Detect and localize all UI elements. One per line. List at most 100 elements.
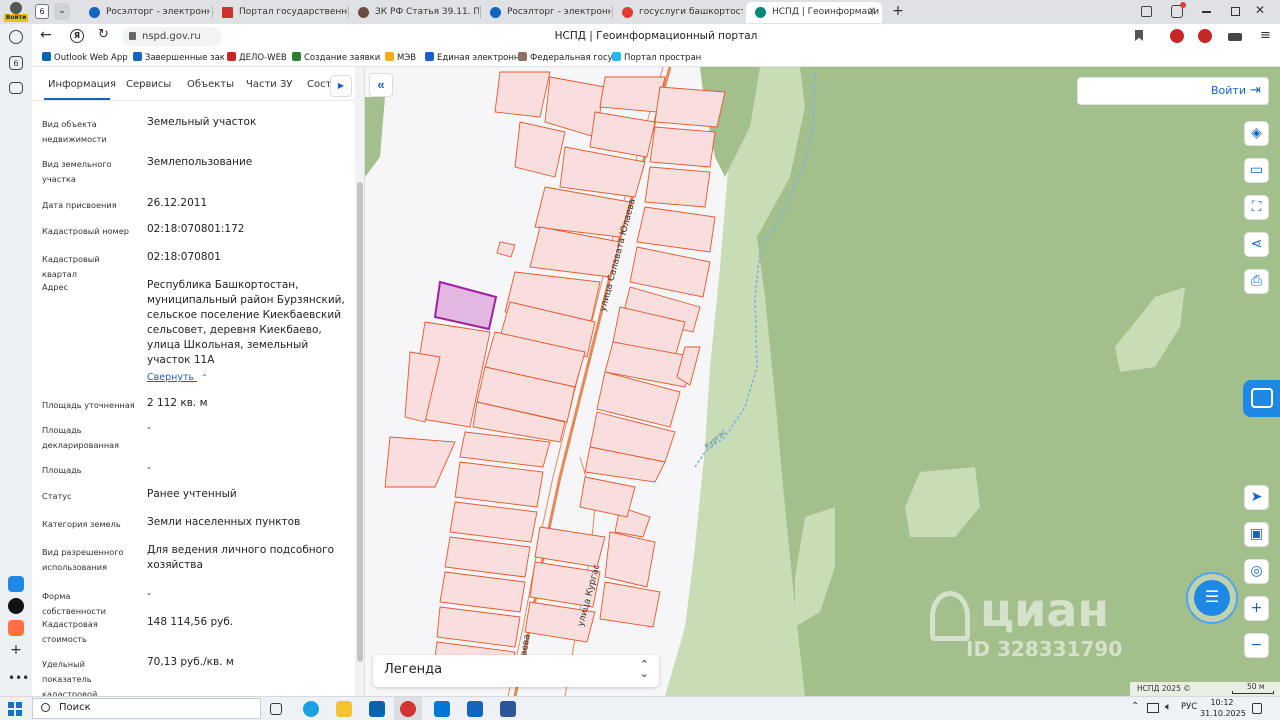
- bookmark-gmail[interactable]: Создание заявки: [292, 51, 380, 66]
- login-bar[interactable]: Войти ⇥: [1077, 77, 1269, 105]
- browser-tab-3[interactable]: ЗК РФ Статья 39.11. Подго: [349, 2, 479, 23]
- collections-icon[interactable]: [1141, 6, 1152, 17]
- browser-tab-5[interactable]: госуслуги башкортостан: [613, 2, 743, 23]
- media-app-icon[interactable]: [8, 620, 24, 636]
- parcel[interactable]: [649, 126, 716, 168]
- tab-parts[interactable]: Части ЗУ: [246, 79, 293, 90]
- minimize-icon[interactable]: [1202, 11, 1211, 13]
- parcel[interactable]: [599, 76, 666, 113]
- share-button[interactable]: ⋖: [1244, 232, 1269, 257]
- parcel[interactable]: [496, 241, 516, 258]
- parcel[interactable]: [439, 571, 526, 613]
- close-window-icon[interactable]: ✕: [1255, 3, 1265, 17]
- tray-chevron-icon[interactable]: ⌃: [1131, 701, 1139, 712]
- parcel[interactable]: [604, 531, 656, 588]
- parcel[interactable]: [494, 71, 551, 118]
- parcel[interactable]: [644, 166, 711, 208]
- screenshot-icon[interactable]: [9, 82, 23, 94]
- map-view[interactable]: улица Салавата Юлаева улица Кургас Курга…: [365, 67, 1280, 696]
- parcel[interactable]: [599, 581, 661, 628]
- tab-objects[interactable]: Объекты: [187, 79, 234, 90]
- select-area-button[interactable]: ⛶: [1244, 195, 1269, 220]
- bookmark-federal[interactable]: Федеральная госу: [518, 51, 613, 66]
- bookmark-mev[interactable]: МЭВ: [385, 51, 416, 66]
- tab-services[interactable]: Сервисы: [126, 79, 171, 90]
- more-icon[interactable]: •••: [8, 670, 29, 686]
- bookmark-portal[interactable]: Портал простран: [612, 51, 701, 66]
- menu-icon[interactable]: ≡: [1260, 28, 1271, 43]
- chat-button[interactable]: ☰: [1186, 572, 1238, 624]
- scrollbar-thumb[interactable]: [357, 182, 363, 662]
- download-icon[interactable]: [1228, 33, 1242, 41]
- parcel[interactable]: [444, 536, 531, 578]
- bookmark-delo[interactable]: ДЕЛО-WEB: [227, 51, 287, 66]
- parcel[interactable]: [514, 121, 566, 178]
- task-view-icon[interactable]: [270, 703, 282, 715]
- extension-icon-2[interactable]: [1198, 29, 1212, 43]
- taskbar-search[interactable]: Поиск: [32, 698, 261, 719]
- restore-icon[interactable]: [1231, 7, 1240, 16]
- zoom-in-button[interactable]: +: [1244, 596, 1269, 621]
- tab-information[interactable]: Информация: [48, 79, 116, 90]
- parcel[interactable]: [636, 206, 716, 253]
- new-tab-button[interactable]: +: [890, 2, 906, 20]
- layers-button[interactable]: ◈: [1244, 121, 1269, 146]
- parcel[interactable]: [629, 246, 711, 298]
- notification-center-icon[interactable]: [1252, 703, 1262, 714]
- history-icon[interactable]: [9, 30, 23, 44]
- tab-counter[interactable]: 6: [35, 4, 49, 19]
- browser-tab-1[interactable]: Росэлторг - электронная: [80, 2, 210, 23]
- bookmark-unified[interactable]: Единая электронн: [425, 51, 519, 66]
- tabs-dropdown-button[interactable]: ⌄: [54, 3, 70, 20]
- legend-panel[interactable]: Легенда ⌃ ⌄: [373, 655, 659, 687]
- parcel[interactable]: [449, 501, 538, 543]
- tabs-scroll-right-button[interactable]: ▶: [330, 75, 352, 97]
- bookmark-completed[interactable]: Завершенные зак: [133, 51, 225, 66]
- start-button[interactable]: [8, 702, 22, 716]
- expand-collapse-icon[interactable]: ⌃ ⌄: [640, 659, 649, 679]
- tabs-count-icon[interactable]: 6: [9, 56, 23, 70]
- parcel[interactable]: [676, 346, 701, 386]
- selected-parcel[interactable]: [433, 280, 498, 331]
- clock[interactable]: 10:12 31.10.2025: [1200, 697, 1246, 719]
- minimap-button[interactable]: ▣: [1244, 522, 1269, 547]
- add-app-icon[interactable]: +: [8, 642, 24, 658]
- word-icon[interactable]: [500, 701, 516, 717]
- network-icon[interactable]: [1147, 703, 1159, 713]
- locate-button[interactable]: ◎: [1244, 559, 1269, 584]
- extension-icon-1[interactable]: [1170, 29, 1184, 43]
- app-icon[interactable]: [467, 701, 483, 717]
- lync-icon[interactable]: [434, 701, 450, 717]
- browser-tab-active[interactable]: НСПД | Геоинформаци ✕: [746, 2, 882, 23]
- field-value[interactable]: 02:18:070801: [147, 250, 352, 265]
- file-explorer-icon[interactable]: [336, 701, 352, 717]
- browser-tab-4[interactable]: Росэлторг - электронная: [481, 2, 611, 23]
- panel-scrollbar[interactable]: [355, 67, 364, 696]
- assistant-button[interactable]: [1243, 380, 1280, 417]
- mail-app-icon[interactable]: [8, 576, 24, 592]
- navigate-button[interactable]: ➤: [1244, 485, 1269, 510]
- messenger-app-icon[interactable]: [8, 598, 24, 614]
- parcel[interactable]: [654, 86, 726, 128]
- field-value[interactable]: 02:18:070801:172: [147, 222, 352, 237]
- parcel[interactable]: [589, 111, 656, 158]
- bookmark-outlook[interactable]: Outlook Web App: [42, 51, 128, 66]
- collapse-link[interactable]: Свернуть ⌃: [147, 372, 208, 383]
- parcel[interactable]: [534, 526, 606, 568]
- notifications-icon[interactable]: [1171, 2, 1186, 18]
- parcel[interactable]: [579, 476, 636, 518]
- profile-avatar[interactable]: Войти: [4, 1, 28, 23]
- collapse-panel-button[interactable]: «: [369, 73, 393, 97]
- parcel[interactable]: [454, 461, 544, 508]
- print-button[interactable]: ⎙: [1244, 269, 1269, 294]
- outlook-icon[interactable]: [369, 701, 385, 717]
- browser-tab-2[interactable]: Портал государственных: [213, 2, 347, 23]
- parcel[interactable]: [436, 606, 521, 648]
- parcel[interactable]: [384, 436, 456, 488]
- language-indicator[interactable]: РУС: [1181, 702, 1197, 712]
- zoom-out-button[interactable]: −: [1244, 633, 1269, 658]
- edge-icon[interactable]: [303, 701, 319, 717]
- close-tab-icon[interactable]: ✕: [868, 2, 876, 22]
- volume-icon[interactable]: 🔈︎: [1165, 700, 1172, 714]
- measure-button[interactable]: ▭: [1244, 158, 1269, 183]
